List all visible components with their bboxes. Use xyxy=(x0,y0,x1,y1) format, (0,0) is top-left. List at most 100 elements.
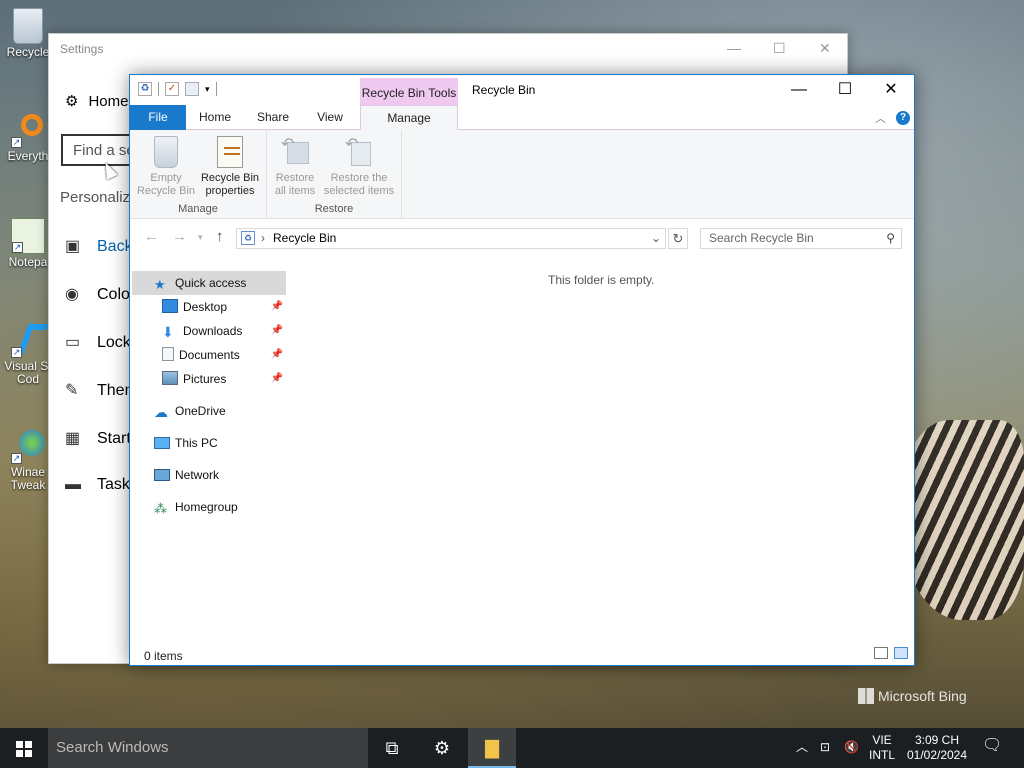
network-icon xyxy=(154,469,170,481)
task-view-icon[interactable]: ⧉ xyxy=(368,728,416,768)
back-button[interactable]: ← xyxy=(144,228,159,245)
file-explorer-taskbar-icon[interactable]: ▇ xyxy=(468,728,516,768)
settings-section-title: Personaliza xyxy=(60,189,139,206)
search-input[interactable]: Search Recycle Bin ⚲ xyxy=(700,228,902,249)
settings-nav-start[interactable]: ▦ Start xyxy=(65,428,131,448)
chevron-up-icon[interactable]: ︿ xyxy=(875,110,886,126)
ribbon-panel: Empty Recycle Bin Recycle Bin properties… xyxy=(130,130,914,219)
start-grid-icon: ▦ xyxy=(65,430,81,447)
settings-maximize-button[interactable]: ☐ xyxy=(773,40,786,57)
qat-dropdown-icon[interactable]: ▾ xyxy=(205,84,210,95)
ribbon-tabs: File Home Share View Manage ︿ ? xyxy=(130,105,914,131)
nav-desktop[interactable]: Desktop 📌 xyxy=(130,295,287,319)
homegroup-icon: ⁂ xyxy=(154,501,167,516)
recycle-bin-icon xyxy=(13,8,43,44)
action-center-icon[interactable]: 🗨 xyxy=(982,738,1002,754)
notepad-icon: ↗ xyxy=(11,218,45,254)
minimize-button[interactable]: — xyxy=(776,75,822,105)
desktop-icon-recycle-bin[interactable]: Recycle xyxy=(4,8,52,59)
close-button[interactable]: ✕ xyxy=(868,75,914,105)
shortcut-arrow-icon: ↗ xyxy=(11,137,22,148)
pin-icon[interactable]: 📌 xyxy=(271,367,283,391)
lock-screen-icon: ▭ xyxy=(65,334,81,351)
shortcut-arrow-icon: ↗ xyxy=(11,453,22,464)
recycle-bin-small-icon: ♻ xyxy=(241,231,255,245)
restore-all-items-button[interactable]: ↶ Restore all items xyxy=(271,136,319,198)
help-icon[interactable]: ? xyxy=(896,111,910,125)
bing-watermark: Microsoft Bing xyxy=(858,688,967,704)
settings-nav-lock-screen[interactable]: ▭ Lock xyxy=(65,332,131,352)
explorer-window[interactable]: ♻ ✓ ▾ Recycle Bin Tools Recycle Bin — ☐ … xyxy=(129,74,915,666)
settings-close-button[interactable]: ✕ xyxy=(819,40,831,57)
properties-check-icon[interactable]: ✓ xyxy=(165,82,179,96)
pin-icon[interactable]: 📌 xyxy=(271,343,283,367)
empty-folder-message: This folder is empty. xyxy=(548,273,655,287)
tab-manage[interactable]: Manage xyxy=(360,105,458,131)
taskbar-search-box[interactable]: Search Windows xyxy=(48,728,368,768)
start-button[interactable] xyxy=(0,728,48,768)
settings-taskbar-icon[interactable]: ⚙ xyxy=(418,728,466,768)
settings-nav-themes[interactable]: ✎ Them xyxy=(65,380,138,400)
chevron-down-icon[interactable]: ⌄ xyxy=(651,229,661,248)
volume-muted-icon[interactable]: 🔇 xyxy=(844,740,859,755)
wallpaper-zebra xyxy=(900,420,1024,620)
empty-recycle-bin-button[interactable]: Empty Recycle Bin xyxy=(136,136,196,198)
settings-title: Settings xyxy=(60,42,104,56)
desktop-icon-vscode[interactable]: ↗ Visual St Cod xyxy=(4,322,52,386)
tab-view[interactable]: View xyxy=(306,105,354,130)
tab-file[interactable]: File xyxy=(130,105,186,130)
restore-all-icon: ↶ xyxy=(279,136,311,168)
up-button[interactable]: ↑ xyxy=(216,228,224,245)
computer-icon xyxy=(154,437,170,449)
refresh-button[interactable]: ↻ xyxy=(668,228,688,249)
settings-nav-taskbar[interactable]: ▬ Taskb xyxy=(65,476,139,494)
recycle-bin-properties-button[interactable]: Recycle Bin properties xyxy=(198,136,262,198)
settings-minimize-button[interactable]: — xyxy=(727,40,741,56)
large-icons-view-icon[interactable] xyxy=(894,647,908,659)
network-status-icon[interactable]: ⊡ xyxy=(820,740,830,755)
recent-locations-icon[interactable]: ▾ xyxy=(198,232,203,243)
desktop-icon-everything[interactable]: ↗ Everyth xyxy=(4,112,52,163)
nav-quick-access[interactable]: ★ Quick access xyxy=(132,271,286,295)
nav-downloads[interactable]: ⬇ Downloads 📌 xyxy=(130,319,287,343)
explorer-titlebar[interactable]: ♻ ✓ ▾ Recycle Bin Tools Recycle Bin — ☐ … xyxy=(130,75,914,105)
nav-pictures[interactable]: Pictures 📌 xyxy=(130,367,287,391)
nav-onedrive[interactable]: ☁ OneDrive xyxy=(130,399,287,423)
tab-home[interactable]: Home xyxy=(190,105,240,130)
desktop-icon-notepad[interactable]: ↗ Notepa xyxy=(4,218,52,269)
download-arrow-icon: ⬇ xyxy=(162,324,174,340)
windows-logo-icon xyxy=(16,741,32,757)
input-language-indicator[interactable]: VIE INTL xyxy=(866,733,898,763)
details-view-icon[interactable] xyxy=(874,647,888,659)
nav-documents[interactable]: Documents 📌 xyxy=(130,343,287,367)
pictures-icon xyxy=(162,371,178,385)
settings-home-link[interactable]: ⚙ Home xyxy=(65,92,128,110)
everything-search-icon: ↗ xyxy=(11,112,45,148)
address-bar[interactable]: ♻ › Recycle Bin ⌄ xyxy=(236,228,666,249)
status-item-count: 0 items xyxy=(144,649,183,663)
document-icon xyxy=(162,347,174,361)
settings-nav-colors[interactable]: ◉ Color xyxy=(65,284,135,304)
show-hidden-icons-chevron-icon[interactable]: ︿ xyxy=(796,740,808,755)
pin-icon[interactable]: 📌 xyxy=(271,295,283,319)
maximize-button[interactable]: ☐ xyxy=(822,75,868,105)
desktop-icon-winaero[interactable]: ↗ Winae Tweak xyxy=(4,428,52,492)
properties-icon xyxy=(217,136,243,168)
nav-homegroup[interactable]: ⁂ Homegroup xyxy=(130,495,287,519)
cloud-icon: ☁ xyxy=(154,404,168,420)
shortcut-arrow-icon: ↗ xyxy=(11,347,22,358)
restore-selected-items-button[interactable]: ↶ Restore the selected items xyxy=(321,136,397,198)
recycle-bin-small-icon[interactable]: ♻ xyxy=(138,82,152,96)
forward-button[interactable]: → xyxy=(172,228,187,245)
pin-icon[interactable]: 📌 xyxy=(271,319,283,343)
nav-this-pc[interactable]: This PC xyxy=(130,431,287,455)
new-folder-icon[interactable] xyxy=(185,82,199,96)
nav-network[interactable]: Network xyxy=(130,463,287,487)
star-icon: ★ xyxy=(154,277,166,292)
clock[interactable]: 3:09 CH 01/02/2024 xyxy=(900,733,974,763)
group-label-manage: Manage xyxy=(178,203,218,215)
search-icon: ⚲ xyxy=(886,231,895,245)
vscode-icon: ↗ xyxy=(11,322,49,358)
chevron-right-icon[interactable]: › xyxy=(261,229,265,248)
tab-share[interactable]: Share xyxy=(248,105,298,130)
